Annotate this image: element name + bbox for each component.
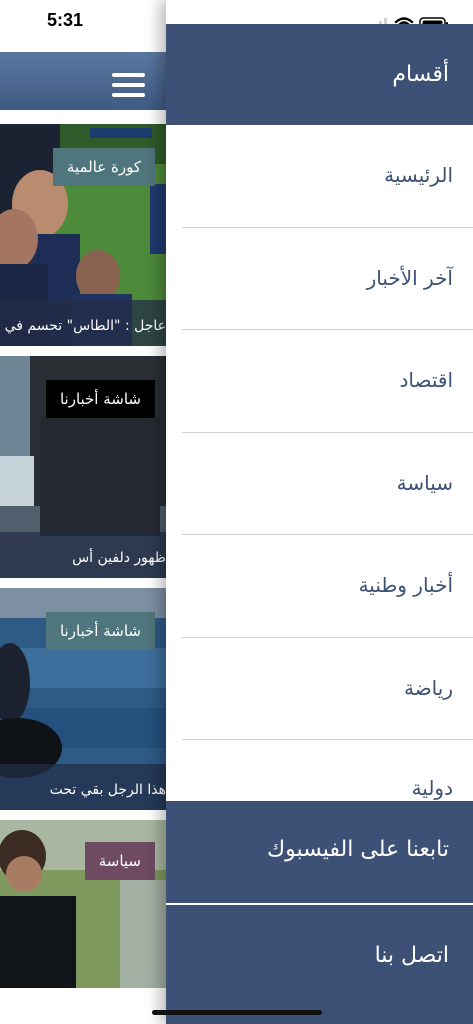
category-badge: شاشة أخبارنا (45, 380, 155, 418)
drawer-title: أقسام (392, 62, 449, 87)
news-caption: ظهور دلفين أس (72, 550, 166, 566)
drawer-header: أقسام (166, 24, 473, 125)
main-screen: 5:31 عاجل : "الطاس" تحسم في كورة عالمية (0, 0, 166, 1024)
menu-item-label: اقتصاد (399, 368, 454, 392)
contact-us-button[interactable]: اتصل بنا (166, 905, 473, 1024)
status-time: 5:31 (46, 10, 84, 30)
menu-item-label: رياضة (403, 675, 453, 700)
news-caption: عاجل : "الطاس" تحسم في (4, 318, 166, 334)
menu-item-label: آخر الأخبار (366, 265, 453, 290)
news-card[interactable]: هذا الرجل بقي تحت شاشة أخبارنا (0, 588, 166, 810)
hamburger-menu-icon[interactable] (112, 73, 145, 97)
menu-item-label: دولية (411, 776, 453, 800)
menu-item-home[interactable]: الرئيسية (182, 125, 473, 228)
news-card[interactable]: عاجل : "الطاس" تحسم في كورة عالمية (0, 124, 166, 346)
facebook-follow-label: تابعنا على الفيسبوك (267, 837, 449, 862)
menu-item-international[interactable]: دولية (182, 740, 473, 801)
menu-item-label: الرئيسية (384, 163, 453, 187)
category-badge: سياسة (84, 842, 155, 880)
category-badge: كورة عالمية (52, 148, 155, 186)
menu-item-label: سياسة (396, 470, 453, 495)
menu-item-label: أخبار وطنية (358, 573, 453, 597)
menu-item-latest-news[interactable]: آخر الأخبار (182, 228, 473, 330)
news-card[interactable]: سياسة (0, 820, 166, 988)
menu-item-sports[interactable]: رياضة (182, 638, 473, 740)
side-drawer: أقسام الرئيسية آخر الأخبار اقتصاد سياسة … (166, 0, 473, 1024)
menu-list: الرئيسية آخر الأخبار اقتصاد سياسة أخبار … (166, 125, 473, 801)
facebook-follow-button[interactable]: تابعنا على الفيسبوك (166, 801, 473, 903)
menu-item-politics[interactable]: سياسة (182, 433, 473, 535)
menu-item-economy[interactable]: اقتصاد (182, 330, 473, 433)
news-caption: هذا الرجل بقي تحت (49, 782, 166, 798)
category-badge: شاشة أخبارنا (45, 612, 155, 650)
news-card[interactable]: ظهور دلفين أس شاشة أخبارنا (0, 356, 166, 578)
home-indicator (152, 1010, 322, 1015)
menu-item-national-news[interactable]: أخبار وطنية (182, 535, 473, 638)
contact-us-label: اتصل بنا (374, 943, 449, 968)
